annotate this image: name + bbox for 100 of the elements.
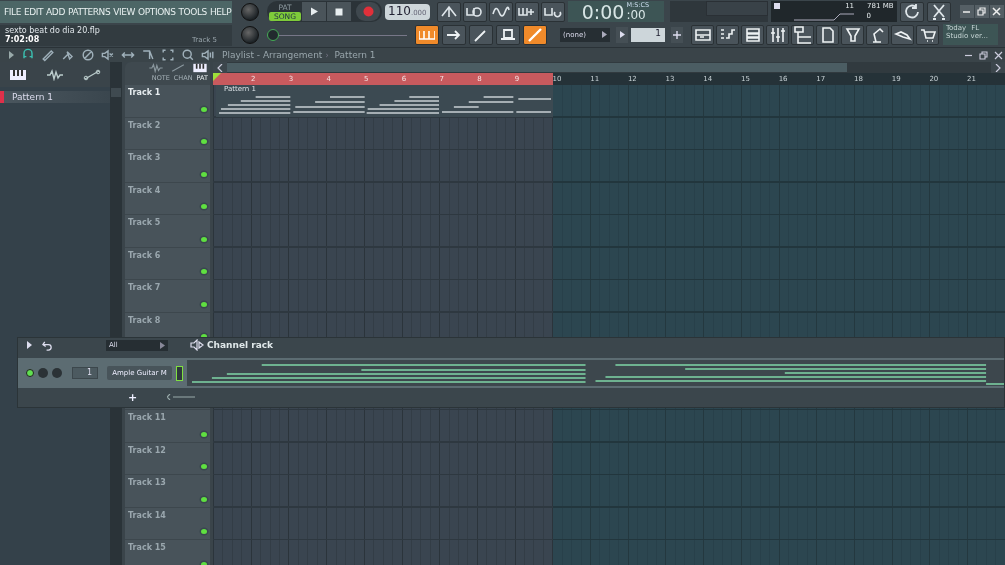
slider-thumb[interactable]: [267, 28, 279, 41]
toolbar-button[interactable]: [716, 24, 739, 45]
track-lane[interactable]: [213, 410, 1005, 443]
track-header[interactable]: Track 12: [125, 442, 210, 475]
track-header[interactable]: Track 11: [125, 410, 210, 443]
select-icon[interactable]: [160, 47, 176, 63]
step-arrow-button[interactable]: [616, 26, 628, 43]
menu-arrow-icon[interactable]: [8, 51, 16, 59]
track-header[interactable]: Track 5: [125, 215, 210, 248]
minimize-button[interactable]: [959, 5, 974, 18]
pattern-list-item[interactable]: Pattern 1: [0, 91, 110, 103]
track-lane[interactable]: [213, 150, 1005, 183]
track-header[interactable]: Track 7: [125, 280, 210, 313]
track-enable-led[interactable]: [201, 529, 207, 534]
menu-item[interactable]: FILE: [4, 7, 21, 17]
track-lane[interactable]: [213, 247, 1005, 280]
track-lane[interactable]: [213, 215, 1005, 248]
toolbar-button[interactable]: [926, 1, 951, 22]
menu-item[interactable]: EDIT: [23, 7, 44, 17]
toolbar-button[interactable]: [540, 1, 565, 22]
track-header[interactable]: Track 1: [125, 85, 210, 118]
close-button[interactable]: [989, 5, 1004, 18]
toolbar-button[interactable]: [488, 1, 513, 22]
track-enable-led[interactable]: [201, 204, 207, 209]
pitch-slider[interactable]: [267, 27, 407, 42]
restore-button[interactable]: [974, 5, 989, 18]
add-step-button[interactable]: [671, 26, 683, 43]
toolbar-button[interactable]: [514, 1, 539, 22]
track-header[interactable]: Track 3: [125, 150, 210, 183]
track-lane[interactable]: [213, 182, 1005, 215]
menu-item[interactable]: TOOLS: [178, 7, 207, 17]
mixer-track-field[interactable]: 1: [72, 367, 98, 379]
forbidden-icon[interactable]: [80, 47, 96, 63]
toolbar-button[interactable]: [766, 24, 789, 45]
scroll-left-button[interactable]: [213, 62, 227, 73]
toolbar-button[interactable]: [691, 24, 714, 45]
toolbar-button[interactable]: [442, 24, 466, 45]
play-button[interactable]: [302, 2, 326, 21]
track-header[interactable]: Track 14: [125, 507, 210, 540]
menu-item[interactable]: ADD: [46, 7, 65, 17]
menu-arrow-icon[interactable]: [26, 341, 34, 349]
track-enable-led[interactable]: [201, 269, 207, 274]
toolbar-button[interactable]: [916, 24, 939, 45]
channel-select-toggle[interactable]: [176, 365, 183, 381]
toolbar-button[interactable]: [899, 1, 924, 22]
piano-icon[interactable]: [9, 68, 28, 81]
menu-item[interactable]: OPTIONS: [138, 7, 176, 17]
track-lane[interactable]: [213, 442, 1005, 475]
scrollbar-thumb[interactable]: [227, 63, 847, 72]
track-enable-led[interactable]: [201, 106, 207, 112]
toolbar-button[interactable]: [741, 24, 764, 45]
scroll-right-button[interactable]: [991, 62, 1005, 73]
track-header[interactable]: Track 6: [125, 247, 210, 280]
stop-button[interactable]: [327, 2, 351, 21]
toolbar-button[interactable]: [469, 24, 493, 45]
track-enable-led[interactable]: [201, 431, 207, 437]
track-lane[interactable]: [213, 540, 1005, 565]
menu-item[interactable]: VIEW: [113, 7, 136, 17]
mute-icon[interactable]: [100, 47, 116, 63]
toolbar-button[interactable]: [523, 24, 547, 45]
track-enable-led[interactable]: [201, 561, 207, 565]
pan-knob[interactable]: [52, 368, 62, 378]
track-header[interactable]: Track 13: [125, 475, 210, 508]
waveform-icon[interactable]: [46, 68, 64, 81]
track-enable-led[interactable]: [201, 171, 207, 177]
track-lane[interactable]: [213, 280, 1005, 313]
track-enable-led[interactable]: [201, 301, 207, 307]
track-lane[interactable]: [213, 507, 1005, 540]
volume-knob[interactable]: [38, 368, 48, 378]
track-enable-led[interactable]: [201, 496, 207, 502]
toolbar-button[interactable]: [436, 1, 461, 22]
toolbar-button[interactable]: [496, 24, 520, 45]
track-header[interactable]: Track 15: [125, 540, 210, 565]
toolbar-button[interactable]: [462, 1, 487, 22]
speaker-icon[interactable]: [200, 47, 216, 63]
zoom-icon[interactable]: [180, 47, 196, 63]
track-lane[interactable]: [213, 475, 1005, 508]
track-header[interactable]: Track 2: [125, 117, 210, 150]
menu-item[interactable]: PATTERNS: [67, 7, 111, 17]
track-enable-led[interactable]: [201, 464, 207, 469]
undo-icon[interactable]: [42, 339, 53, 351]
menu-item[interactable]: HELP: [209, 7, 232, 17]
master-pitch-knob[interactable]: [241, 26, 259, 45]
scroll-left-icon[interactable]: [167, 394, 198, 400]
toolbar-button[interactable]: [415, 24, 439, 45]
record-button[interactable]: [356, 2, 380, 21]
toolbar-button[interactable]: [791, 24, 814, 45]
automation-icon[interactable]: [82, 68, 101, 81]
channel-led[interactable]: [26, 369, 34, 377]
play-icon: [310, 7, 318, 16]
track-lane[interactable]: [213, 117, 1005, 150]
step-field[interactable]: 1: [631, 27, 665, 42]
toolbar-button[interactable]: [816, 24, 839, 45]
track-header[interactable]: Track 4: [125, 182, 210, 215]
add-channel-button[interactable]: +: [128, 390, 138, 404]
pencil-icon[interactable]: [40, 47, 56, 63]
master-volume-knob[interactable]: [241, 2, 259, 21]
track-enable-led[interactable]: [201, 139, 207, 144]
restore-button[interactable]: [976, 49, 990, 61]
track-enable-led[interactable]: [201, 236, 207, 242]
